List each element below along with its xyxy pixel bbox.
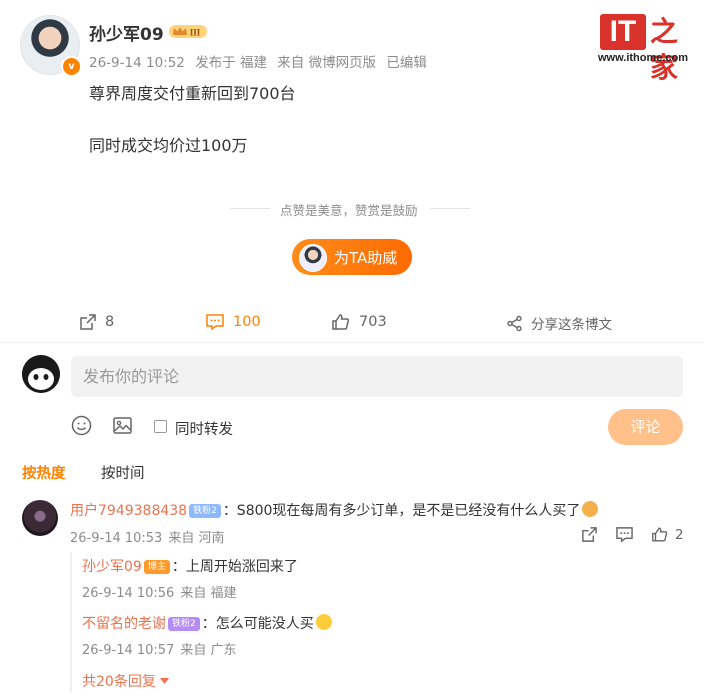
comment-time: 26-9-14 10:53 xyxy=(70,531,163,546)
action-divider xyxy=(0,342,704,343)
fan-badge-2: 铁粉2 xyxy=(168,617,200,631)
like-button[interactable]: 703 xyxy=(331,313,387,331)
comment-location: 来自 河南 xyxy=(168,531,225,546)
support-avatar xyxy=(299,244,327,272)
post-location: 发布于 福建 xyxy=(195,55,267,71)
comment-icon xyxy=(206,314,224,331)
emoji-icon[interactable] xyxy=(71,415,92,436)
post-meta: 26-9-14 10:52 发布于 福建 来自 微博网页版 已编辑 xyxy=(89,51,433,71)
repost-label: 同时转发 xyxy=(175,422,233,438)
reply-1: 孙少军09 博主 ：上周开始涨回来了 xyxy=(82,556,298,576)
reply-2: 不留名的老谢 铁粉2 ：怎么可能没人买 xyxy=(82,613,332,633)
sleepy-emoji-icon xyxy=(315,614,332,630)
svg-text:III: III xyxy=(190,28,201,38)
reply-1-time: 26-9-14 10:56 xyxy=(82,586,175,601)
reply-1-location: 来自 福建 xyxy=(180,586,237,601)
comment-text: ：S800现在每周有多少订单，是不是已经没有什么人买了 xyxy=(222,503,581,519)
post-text-line-2: 同时成交均价过100万 xyxy=(89,136,248,155)
my-avatar[interactable] xyxy=(22,355,60,393)
comment-button[interactable]: 100 xyxy=(205,313,261,331)
comment-forward-icon[interactable] xyxy=(581,526,598,543)
ithome-logo: IT 之家 www.ithome.com xyxy=(598,14,694,84)
post-source: 来自 微博网页版 xyxy=(277,55,377,71)
reply-2-time: 26-9-14 10:57 xyxy=(82,643,175,658)
support-button[interactable]: 为TA助威 xyxy=(292,239,412,275)
forward-count: 8 xyxy=(105,314,115,330)
forward-icon xyxy=(80,314,96,330)
support-button-label: 为TA助威 xyxy=(334,249,398,267)
share-icon xyxy=(507,315,522,331)
commenter-name[interactable]: 用户7949388438 xyxy=(70,503,187,519)
verified-badge-icon: v xyxy=(61,56,82,77)
more-replies-link[interactable]: 共20条回复 xyxy=(82,671,170,691)
logo-url: www.ithome.com xyxy=(598,52,689,64)
reply-2-user[interactable]: 不留名的老谢 xyxy=(82,616,166,632)
comment-count: 100 xyxy=(233,314,261,330)
reply-2-meta: 26-9-14 10:57 来自 广东 xyxy=(82,639,242,658)
comment-thumbs-up-icon xyxy=(652,527,668,542)
panda-avatar-icon xyxy=(22,355,60,393)
comment-meta: 26-9-14 10:53 来自 河南 xyxy=(70,527,230,546)
sort-by-hot-tab[interactable]: 按热度 xyxy=(22,462,66,483)
comment-like-count: 2 xyxy=(675,526,684,543)
share-button[interactable]: 分享这条博文 xyxy=(506,313,612,333)
reply-thread-line xyxy=(70,552,72,692)
dog-emoji-icon xyxy=(582,501,599,517)
forward-button[interactable]: 8 xyxy=(79,313,114,331)
author-name[interactable]: 孙少军09 xyxy=(89,20,164,45)
share-label: 分享这条博文 xyxy=(531,317,612,333)
sort-by-time-tab[interactable]: 按时间 xyxy=(101,462,145,483)
vip-crown-icon: III xyxy=(169,25,207,38)
comment-input[interactable] xyxy=(71,356,683,397)
logo-it: IT xyxy=(600,14,646,50)
divider-left xyxy=(230,208,270,209)
repost-checkbox[interactable] xyxy=(154,420,167,433)
commenter-avatar[interactable] xyxy=(22,500,58,536)
post-time[interactable]: 26-9-14 10:52 xyxy=(89,55,185,71)
fan-badge: 铁粉2 xyxy=(189,504,221,518)
comment-reply-icon[interactable] xyxy=(615,526,634,543)
reward-tip-text: 点赞是美意，赞赏是鼓励 xyxy=(280,203,418,218)
reply-2-location: 来自 广东 xyxy=(180,643,237,658)
post-text-line-1: 尊界周度交付重新回到700台 xyxy=(89,84,296,103)
reward-tip: 点赞是美意，赞赏是鼓励 xyxy=(230,200,470,218)
comment-body: 用户7949388438 铁粉2 ：S800现在每周有多少订单，是不是已经没有什么人… xyxy=(70,500,599,520)
reply-1-text: ：上周开始涨回来了 xyxy=(171,559,298,575)
divider-right xyxy=(430,208,470,209)
post-edited[interactable]: 已编辑 xyxy=(386,55,427,71)
reply-2-text: ：怎么可能没人买 xyxy=(201,616,314,632)
thumbs-up-icon xyxy=(332,314,350,330)
like-count: 703 xyxy=(359,314,387,330)
reply-1-user[interactable]: 孙少军09 xyxy=(82,559,142,575)
submit-comment-button[interactable]: 评论 xyxy=(608,409,683,445)
chevron-down-icon xyxy=(160,678,170,684)
logo-zh: 之家 xyxy=(650,15,679,84)
reply-1-meta: 26-9-14 10:56 来自 福建 xyxy=(82,582,242,601)
image-icon[interactable] xyxy=(112,415,133,436)
comment-like-button[interactable]: 2 xyxy=(651,526,684,543)
author-badge: 博主 xyxy=(143,560,170,574)
more-replies-label: 共20条回复 xyxy=(82,674,156,690)
